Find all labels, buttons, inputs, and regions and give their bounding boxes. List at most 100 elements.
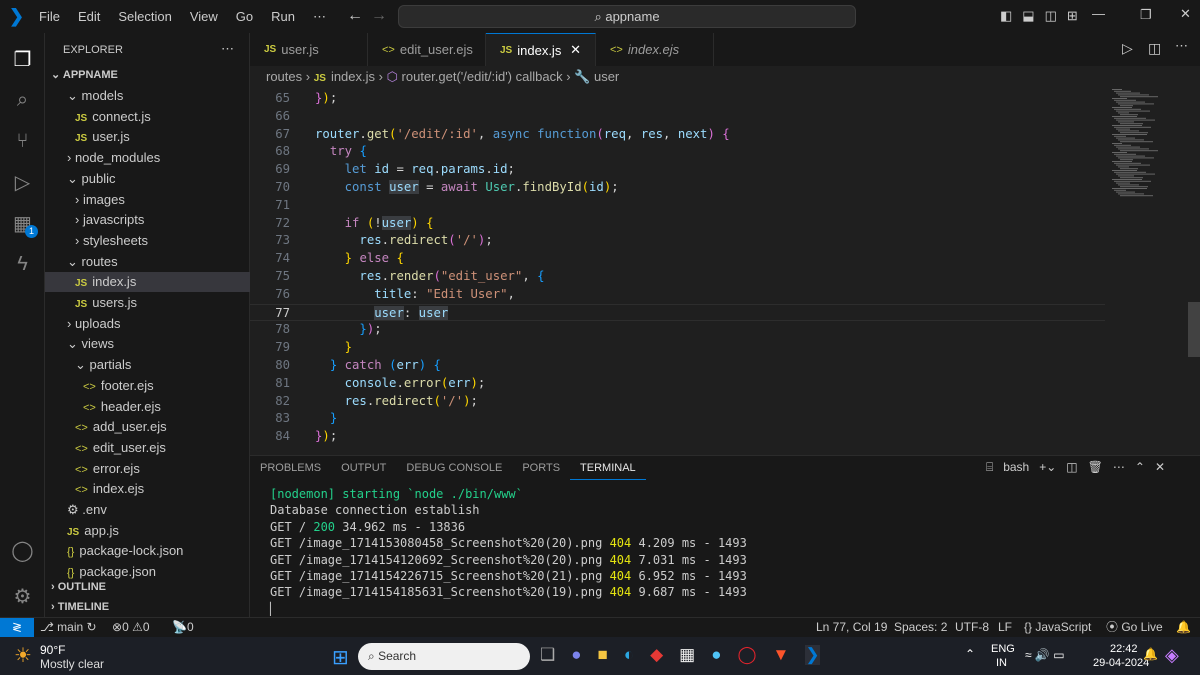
edge-icon[interactable]: ◐ bbox=[624, 645, 634, 665]
notification-bell-icon[interactable]: 🔔 bbox=[1143, 647, 1158, 661]
app-icon[interactable]: ● bbox=[711, 645, 721, 665]
extensions-icon[interactable]: ▦ 1 bbox=[0, 203, 45, 243]
menu-view[interactable]: View bbox=[181, 9, 227, 25]
breadcrumb-item[interactable]: routes bbox=[266, 69, 302, 84]
maximize-panel-icon[interactable]: ⌃ bbox=[1135, 460, 1145, 475]
cursor-position[interactable]: Ln 77, Col 19 bbox=[816, 618, 887, 637]
minimap[interactable] bbox=[1110, 87, 1185, 455]
split-terminal-icon[interactable]: ◫ bbox=[1066, 460, 1077, 475]
chevron-up-icon[interactable]: ⌃ bbox=[965, 647, 975, 661]
tree-item-header-ejs[interactable]: <> header.ejs bbox=[45, 397, 250, 417]
menu-run[interactable]: Run bbox=[262, 9, 304, 25]
close-window-button[interactable]: ✕ bbox=[1180, 6, 1191, 22]
language-region[interactable]: IN bbox=[996, 657, 1007, 669]
panel-tab-terminal[interactable]: TERMINAL bbox=[570, 456, 646, 480]
opera-icon[interactable]: ◯ bbox=[738, 645, 757, 665]
new-terminal-icon[interactable]: +⌄ bbox=[1039, 460, 1056, 475]
breadcrumb-item[interactable]: user bbox=[594, 69, 619, 84]
run-icon[interactable]: ▷ bbox=[1122, 40, 1133, 57]
menu-[interactable]: ⋯ bbox=[304, 9, 335, 25]
tree-item--env[interactable]: ⚙ .env bbox=[45, 500, 250, 520]
panel-tab-ports[interactable]: PORTS bbox=[512, 456, 570, 480]
explorer-icon[interactable]: ❐ bbox=[0, 39, 45, 79]
search-icon[interactable]: ⌕ bbox=[0, 80, 45, 120]
tree-item-connect-js[interactable]: JS connect.js bbox=[45, 107, 250, 127]
timeline-section[interactable]: › TIMELINE bbox=[45, 597, 250, 617]
panel-tab-debug-console[interactable]: DEBUG CONSOLE bbox=[396, 456, 512, 480]
editor-scrollbar[interactable] bbox=[1186, 87, 1200, 455]
outline-section[interactable]: › OUTLINE bbox=[45, 577, 250, 597]
tree-item-partials[interactable]: ⌄ partials bbox=[45, 355, 250, 375]
tab-edit_user-ejs[interactable]: <> edit_user.ejs bbox=[368, 33, 486, 66]
tree-item-package-lock-json[interactable]: {} package-lock.json bbox=[45, 541, 250, 561]
menu-selection[interactable]: Selection bbox=[109, 9, 180, 25]
menu-edit[interactable]: Edit bbox=[69, 9, 109, 25]
tree-item-index-js[interactable]: JS index.js bbox=[45, 272, 250, 293]
notifications-icon[interactable]: 🔔 bbox=[1176, 618, 1191, 637]
tree-item-images[interactable]: › images bbox=[45, 190, 250, 210]
language-mode[interactable]: {} JavaScript bbox=[1024, 618, 1091, 637]
code-editor[interactable]: 64router.get('/add', function(req, res, … bbox=[250, 87, 1105, 455]
tab-index-js[interactable]: JS index.js ✕ bbox=[486, 33, 596, 66]
close-tab-icon[interactable]: ✕ bbox=[570, 42, 581, 58]
breadcrumb-item[interactable]: router.get('/edit/:id') callback bbox=[402, 69, 563, 84]
temperature[interactable]: 90°F bbox=[40, 643, 65, 657]
tree-item-public[interactable]: ⌄ public bbox=[45, 169, 250, 189]
brave-icon[interactable]: ▼ bbox=[773, 645, 790, 665]
tree-item-views[interactable]: ⌄ views bbox=[45, 334, 250, 354]
panel-tab-output[interactable]: OUTPUT bbox=[331, 456, 396, 480]
layout-toggle-icons[interactable]: ◧⬓◫⊞ bbox=[1000, 8, 1088, 24]
encoding[interactable]: UTF-8 bbox=[955, 618, 989, 637]
tab-index-ejs[interactable]: <> index.ejs bbox=[596, 33, 714, 66]
tree-item-models[interactable]: ⌄ models bbox=[45, 86, 250, 106]
tree-item-user-js[interactable]: JS user.js bbox=[45, 127, 250, 147]
more-actions-button[interactable]: ⋯ bbox=[221, 41, 234, 57]
account-icon[interactable]: ◯ bbox=[0, 530, 45, 570]
more-icon[interactable]: ⋯ bbox=[1113, 460, 1125, 475]
line-ending[interactable]: LF bbox=[998, 618, 1012, 637]
go-live-button[interactable]: ⦿ Go Live bbox=[1106, 618, 1163, 637]
copilot-icon[interactable]: ◈ bbox=[1165, 645, 1179, 666]
branch-indicator[interactable]: ⎇ main ↻ bbox=[40, 618, 97, 637]
tree-item-javascripts[interactable]: › javascripts bbox=[45, 210, 250, 230]
tree-item-index-ejs[interactable]: <> index.ejs bbox=[45, 479, 250, 499]
forward-arrow-icon[interactable]: → bbox=[371, 7, 387, 25]
tree-item-app-js[interactable]: JS app.js bbox=[45, 521, 250, 541]
menu-file[interactable]: File bbox=[30, 9, 69, 25]
menu-go[interactable]: Go bbox=[227, 9, 262, 25]
breadcrumb-item[interactable]: index.js bbox=[331, 69, 375, 84]
tree-item-footer-ejs[interactable]: <> footer.ejs bbox=[45, 376, 250, 396]
tree-item-edit_user-ejs[interactable]: <> edit_user.ejs bbox=[45, 438, 250, 458]
network-volume-battery-icons[interactable]: ≈ 🔊 ▭ bbox=[1025, 648, 1065, 662]
minimize-button[interactable]: — bbox=[1092, 6, 1105, 21]
tree-item-stylesheets[interactable]: › stylesheets bbox=[45, 231, 250, 251]
vscode-taskbar-icon[interactable]: ❯ bbox=[805, 645, 820, 665]
start-icon[interactable]: ⊞ bbox=[332, 645, 349, 670]
weather-text[interactable]: Mostly clear bbox=[40, 657, 104, 671]
tree-item-error-ejs[interactable]: <> error.ejs bbox=[45, 459, 250, 479]
more-icon[interactable]: ⋯ bbox=[1175, 38, 1188, 54]
maximize-button[interactable]: ❐ bbox=[1140, 7, 1152, 23]
taskbar-search[interactable]: ⌕ Search bbox=[358, 643, 530, 670]
file-explorer-icon[interactable]: ■ bbox=[598, 645, 608, 665]
tree-item-users-js[interactable]: JS users.js bbox=[45, 293, 250, 313]
teams-icon[interactable]: ● bbox=[571, 645, 581, 665]
close-panel-icon[interactable]: ✕ bbox=[1155, 460, 1165, 475]
workspace-root[interactable]: ⌄ APPNAME bbox=[45, 65, 250, 85]
clock-date[interactable]: 29-04-2024 bbox=[1093, 657, 1149, 669]
terminal-shell-label[interactable]: bash bbox=[1003, 460, 1029, 475]
tree-item-add_user-ejs[interactable]: <> add_user.ejs bbox=[45, 417, 250, 437]
back-arrow-icon[interactable]: ← bbox=[347, 7, 363, 25]
tree-item-routes[interactable]: ⌄ routes bbox=[45, 252, 250, 272]
tree-item-uploads[interactable]: › uploads bbox=[45, 314, 250, 334]
tree-item-node_modules[interactable]: › node_modules bbox=[45, 148, 250, 168]
split-editor-icon[interactable]: ◫ bbox=[1148, 40, 1161, 57]
store-icon[interactable]: ▦ bbox=[679, 645, 695, 665]
command-center-search[interactable]: ⌕ appname bbox=[398, 5, 856, 28]
source-control-icon[interactable]: ⑂ bbox=[0, 121, 45, 161]
panel-tab-problems[interactable]: PROBLEMS bbox=[250, 456, 331, 480]
run-debug-icon[interactable]: ▷ bbox=[0, 162, 45, 202]
problems-indicator[interactable]: ⊗0 ⚠0 bbox=[112, 618, 150, 637]
tab-user-js[interactable]: JS user.js bbox=[250, 33, 368, 66]
task-view-icon[interactable]: ❑ bbox=[540, 645, 555, 665]
